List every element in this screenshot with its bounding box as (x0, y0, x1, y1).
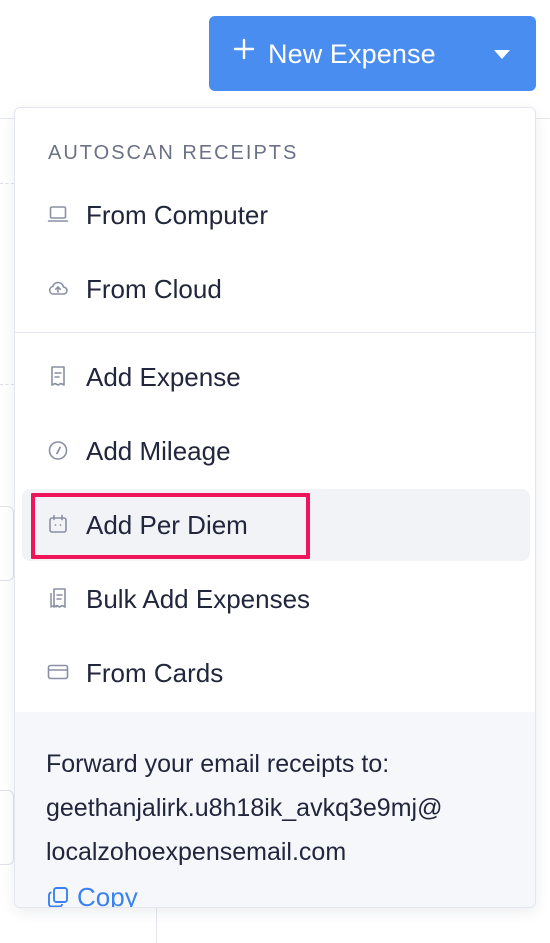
menu-item-label: Add Mileage (86, 436, 231, 466)
menu-item-from-cloud[interactable]: From Cloud (22, 253, 530, 325)
background-divider (536, 118, 550, 119)
background-dashed-line (0, 183, 14, 184)
section-title-autoscan: AUTOSCAN RECEIPTS (48, 142, 299, 164)
menu-item-from-computer[interactable]: From Computer (22, 179, 530, 251)
new-expense-label: New Expense (268, 39, 436, 69)
background-dashed-line (0, 384, 14, 385)
menu-item-label: From Cloud (86, 274, 222, 304)
plus-icon (233, 38, 255, 60)
cloud-upload-icon (46, 276, 70, 300)
menu-item-label: Add Per Diem (86, 510, 248, 540)
background-divider (156, 908, 157, 943)
calendar-icon (46, 512, 70, 536)
menu-item-label: Add Expense (86, 362, 241, 392)
forward-email-address-domain: localzohoexpensemail.com (46, 838, 347, 866)
copy-icon (46, 885, 70, 907)
stacked-receipts-icon (46, 586, 70, 610)
menu-item-bulk-add-expenses[interactable]: Bulk Add Expenses (22, 563, 530, 635)
chevron-down-icon[interactable] (494, 50, 510, 59)
menu-item-label: From Cards (86, 658, 224, 688)
menu-item-add-mileage[interactable]: Add Mileage (22, 415, 530, 487)
background-field-edge (0, 506, 14, 581)
credit-card-icon (46, 660, 70, 684)
menu-item-add-per-diem[interactable]: Add Per Diem (22, 489, 530, 561)
forward-email-section: Forward your email receipts to: geethanj… (15, 712, 535, 908)
new-expense-dropdown-menu: AUTOSCAN RECEIPTS From Computer From Clo… (14, 107, 536, 908)
receipt-icon (46, 364, 70, 388)
laptop-icon (46, 202, 70, 226)
menu-item-add-expense[interactable]: Add Expense (22, 341, 530, 413)
background-divider (0, 118, 14, 119)
background-field-edge (0, 790, 14, 865)
forward-email-address: geethanjalirk.u8h18ik_avkq3e9mj@ (46, 794, 443, 822)
speedometer-icon (46, 438, 70, 462)
menu-item-label: Bulk Add Expenses (86, 584, 311, 614)
copy-label: Copy (77, 881, 138, 908)
menu-item-from-cards[interactable]: From Cards (22, 637, 530, 709)
forward-text: Forward your email receipts to: (46, 750, 390, 778)
page: New Expense AUTOSCAN RECEIPTS From Compu… (0, 0, 550, 943)
menu-item-label: From Computer (86, 200, 269, 230)
menu-divider (15, 332, 535, 333)
copy-email-button[interactable]: Copy (46, 880, 138, 908)
new-expense-button[interactable]: New Expense (209, 16, 536, 91)
